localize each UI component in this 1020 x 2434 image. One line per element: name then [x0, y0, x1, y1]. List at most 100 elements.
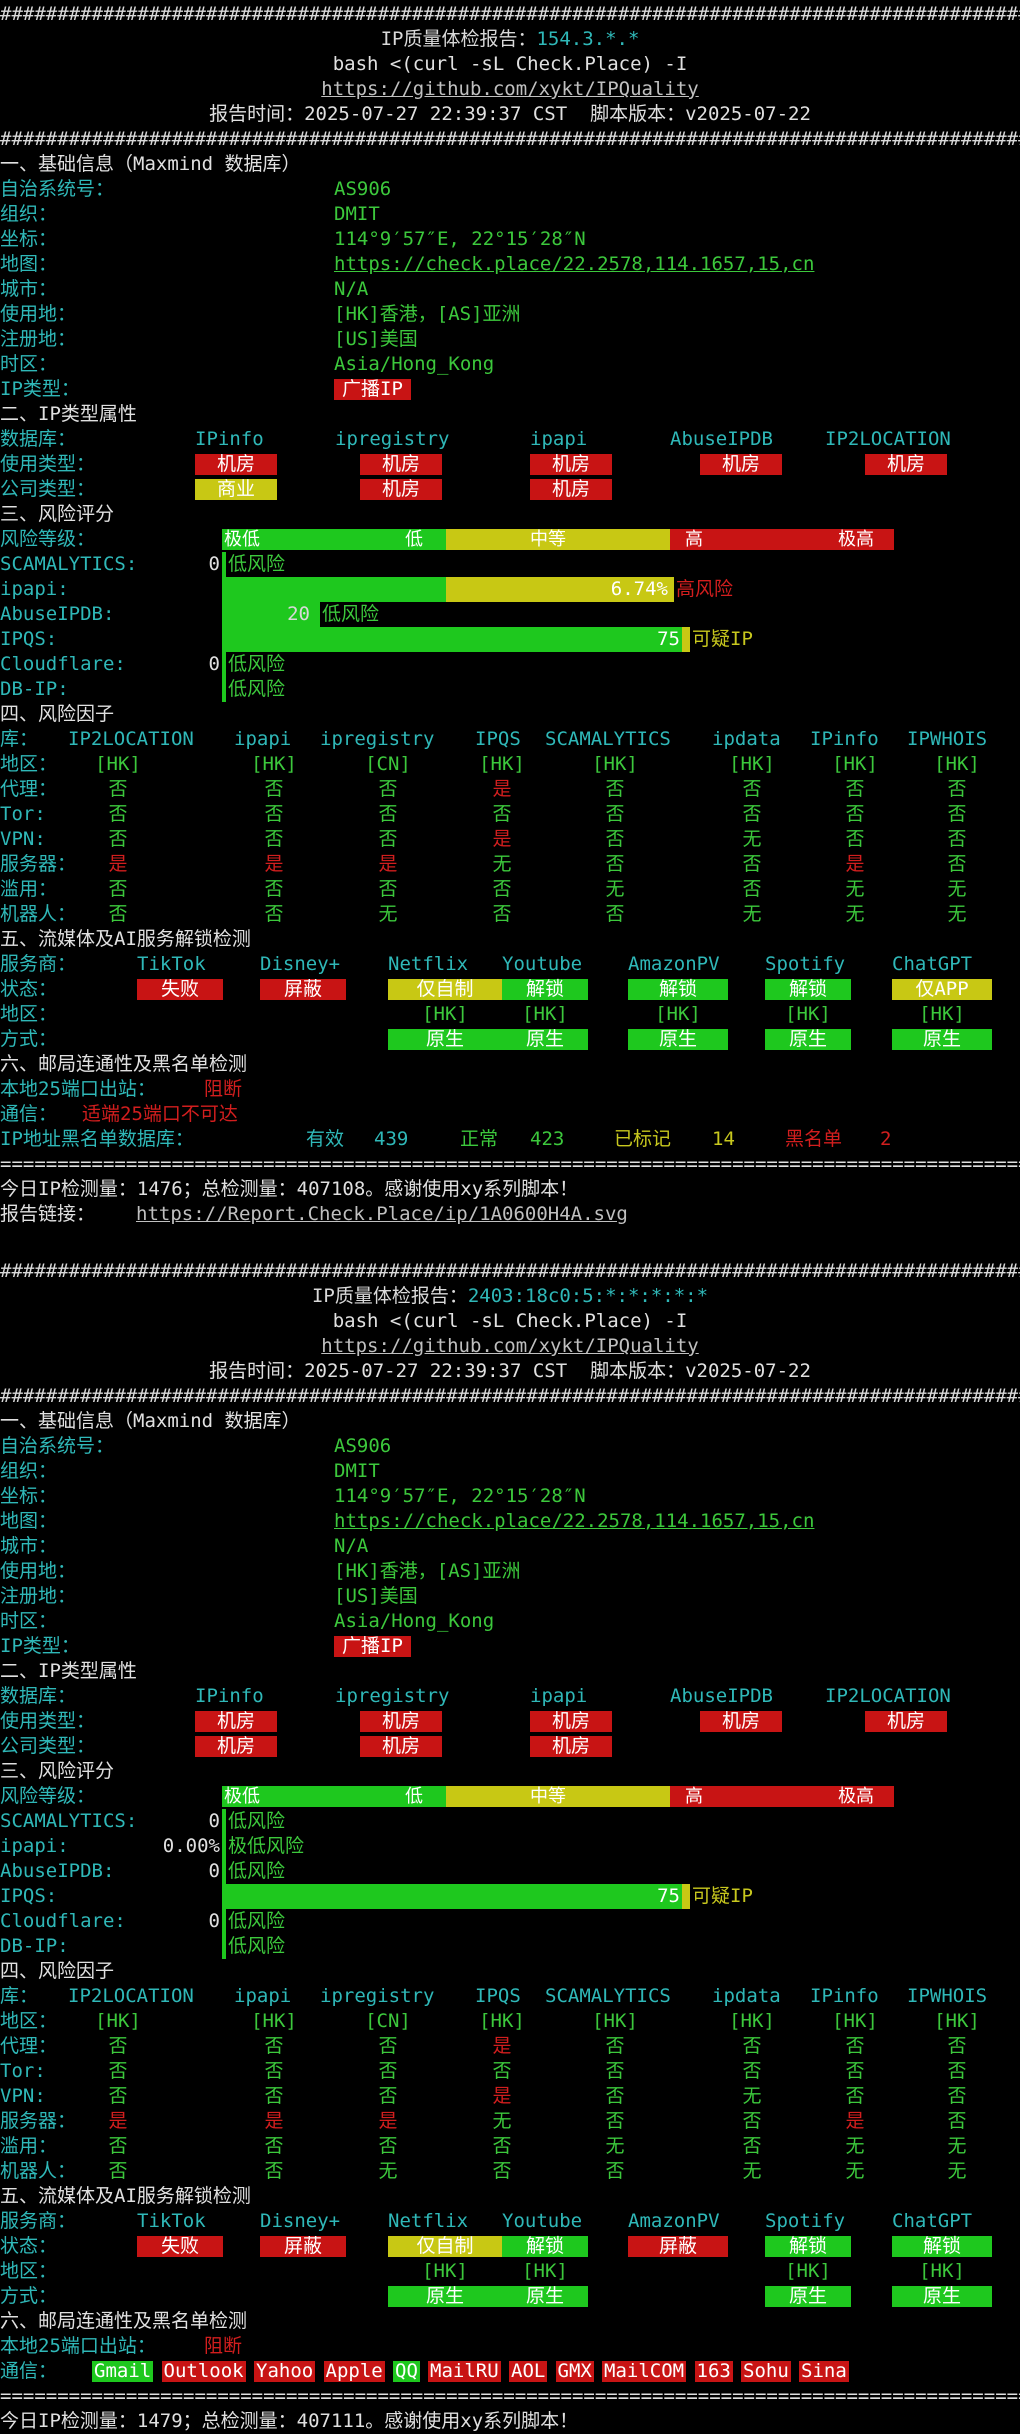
factor-value: 否 — [947, 2060, 967, 2082]
basic-row: 自治系统号： AS906 — [0, 1434, 1020, 1459]
stream-method-badge: 原生 — [388, 2286, 502, 2307]
risk-item-row: DB-IP: 低风险 — [0, 677, 1020, 702]
company-type-badge: 机房 — [360, 1736, 442, 1757]
risk-source-name: DB-IP: — [0, 1935, 69, 1957]
factor-value: 否 — [108, 2060, 128, 2082]
risk-description: 极低风险 — [228, 1835, 305, 1857]
usage-type-badge: 机房 — [700, 454, 782, 475]
risk-source-name: IPQS: — [0, 1885, 58, 1907]
mail-port-label: 本地25端口出站： — [0, 1078, 156, 1100]
risk-value — [162, 1934, 220, 1959]
risk-bar-end — [682, 1884, 690, 1909]
risk-source-name: SCAMALYTICS: — [0, 553, 138, 575]
risk-bar-edge — [222, 1834, 226, 1859]
factor-value: 否 — [492, 2160, 512, 2182]
factor-value: 无 — [742, 2085, 762, 2107]
factor-value: 无 — [378, 2160, 398, 2182]
stream-status-badge: 解锁 — [628, 979, 728, 1000]
stream-region-row: 地区： [HK] [HK] [HK] [HK] [HK] — [0, 1002, 1020, 1027]
mail-provider-badge: Apple — [323, 2360, 385, 2382]
usage-type-badge: 机房 — [195, 454, 277, 475]
stream-header-row: 服务商： TikTok Disney+ Netflix Youtube AmazonPV S… — [0, 2209, 1020, 2234]
stream-status-badge: 屏蔽 — [260, 979, 346, 1000]
factor-value: 是 — [264, 2110, 284, 2132]
factor-source-header: 库： — [0, 1985, 39, 2007]
factor-value: 无 — [742, 903, 762, 925]
factors-header-row: 库： IP2LOCATION ipapi ipregistry IPQS SCAMALYT… — [0, 1984, 1020, 2009]
factor-row-label: Tor: — [0, 2060, 46, 2082]
basic-row: 坐标： 114°9′57″E, 22°15′28″N — [0, 227, 1020, 252]
basic-row: 城市： N/A — [0, 1534, 1020, 1559]
stream-header-row: 服务商： TikTok Disney+ Netflix Youtube AmazonPV S… — [0, 952, 1020, 977]
basic-row: 时区： Asia/Hong_Kong — [0, 1609, 1020, 1634]
risk-bar-end — [682, 627, 690, 652]
repo-url-link[interactable]: https://github.com/xykt/IPQuality — [0, 1334, 1020, 1359]
basic-row-label: 城市： — [0, 278, 58, 300]
factor-value: 否 — [264, 2135, 284, 2157]
factor-source-header: SCAMALYTICS — [545, 1985, 671, 2007]
risk-item-row: ipapi: 6.74% 高风险 — [0, 577, 1020, 602]
mail-provider-badge: MailCOM — [602, 2360, 687, 2382]
factor-value: 否 — [378, 2060, 398, 2082]
basic-row-label: 地图： — [0, 253, 58, 275]
factor-value: [HK] — [592, 2010, 638, 2032]
basic-row: 组织： DMIT — [0, 1459, 1020, 1484]
title-label: IP质量体检报告： — [380, 28, 537, 50]
factor-value: 否 — [378, 803, 398, 825]
factor-value: 否 — [605, 903, 625, 925]
report-title: IP质量体检报告：154.3.*.* — [0, 27, 1020, 52]
blacklist-valid-count: 439 — [374, 1128, 409, 1150]
risk-level-row: 风险等级： 极低 低 中等 高 极高 — [0, 1784, 1020, 1809]
repo-url-link[interactable]: https://github.com/xykt/IPQuality — [0, 77, 1020, 102]
factor-value: 否 — [264, 778, 284, 800]
factor-value: [CN] — [365, 2010, 411, 2032]
stream-method-row: 方式： 原生 原生 原生 原生 原生 — [0, 1027, 1020, 1052]
mail-comm-row: 通信： Gmail Outlook Yahoo Apple QQ MailRU AOL GMX M… — [0, 2359, 1020, 2384]
section-title: 四、风险因子 — [0, 1960, 115, 1982]
factor-value: 否 — [378, 2035, 398, 2057]
basic-row-label: 坐标： — [0, 228, 58, 250]
title-ip: 154.3.*.* — [536, 28, 640, 50]
section-risk-title: 三、风险评分 — [0, 502, 1020, 527]
basic-row-value[interactable]: https://check.place/22.2578,114.1657,15,… — [334, 1509, 814, 1534]
factor-value: 否 — [605, 2085, 625, 2107]
company-type-badge: 机房 — [195, 1736, 277, 1757]
risk-source-name: AbuseIPDB: — [0, 603, 115, 625]
factor-value: 否 — [605, 853, 625, 875]
stream-method-badge: 原生 — [892, 1029, 992, 1050]
factor-value: 无 — [845, 2135, 865, 2157]
basic-row-value[interactable]: https://check.place/22.2578,114.1657,15,… — [334, 252, 814, 277]
footer-text: 今日IP检测量：1479；总检测量：407111。感谢使用xy系列脚本！ — [0, 2410, 579, 2432]
mail-provider-badge: Sohu — [741, 2360, 791, 2382]
factor-value: [HK] — [832, 753, 878, 775]
factor-value: 否 — [264, 803, 284, 825]
risk-value: 0 — [208, 1910, 220, 1932]
report-link[interactable]: https://Report.Check.Place/ip/1A0600H4A.… — [136, 1202, 628, 1227]
stream-status-badge: 失败 — [137, 2236, 223, 2257]
factor-value: 是 — [108, 853, 128, 875]
factor-value: 否 — [492, 2135, 512, 2157]
risk-description: 低风险 — [228, 1910, 286, 1932]
risk-source-name: Cloudflare: — [0, 1910, 126, 1932]
type-db-label: 数据库： — [0, 428, 77, 450]
usage-type-badge: 机房 — [700, 1711, 782, 1732]
section-title: 四、风险因子 — [0, 703, 115, 725]
stream-method-badge: 原生 — [765, 2286, 851, 2307]
factor-value: 否 — [742, 2110, 762, 2132]
type-db-name: ipapi — [530, 428, 588, 450]
factor-value: 否 — [378, 878, 398, 900]
risk-bar-fill — [222, 577, 446, 602]
basic-row: 注册地： [US]美国 — [0, 1584, 1020, 1609]
section-title: 一、基础信息（Maxmind 数据库） — [0, 153, 301, 175]
eq-divider: ========================================… — [0, 2384, 1020, 2409]
basic-row: 时区： Asia/Hong_Kong — [0, 352, 1020, 377]
stream-service-header: 服务商： — [0, 953, 77, 975]
risk-item-row: Cloudflare: 0 低风险 — [0, 652, 1020, 677]
risk-bar-edge — [222, 1934, 226, 1959]
mail-provider-badge: QQ — [393, 2360, 420, 2382]
risk-value: 0 — [208, 1860, 220, 1882]
risk-description: 低风险 — [228, 653, 286, 675]
report-title: IP质量体检报告：2403:18c0:5:*:*:*:*:* — [0, 1284, 1020, 1309]
factor-value: 否 — [264, 2060, 284, 2082]
risk-value: 20 — [287, 603, 310, 625]
